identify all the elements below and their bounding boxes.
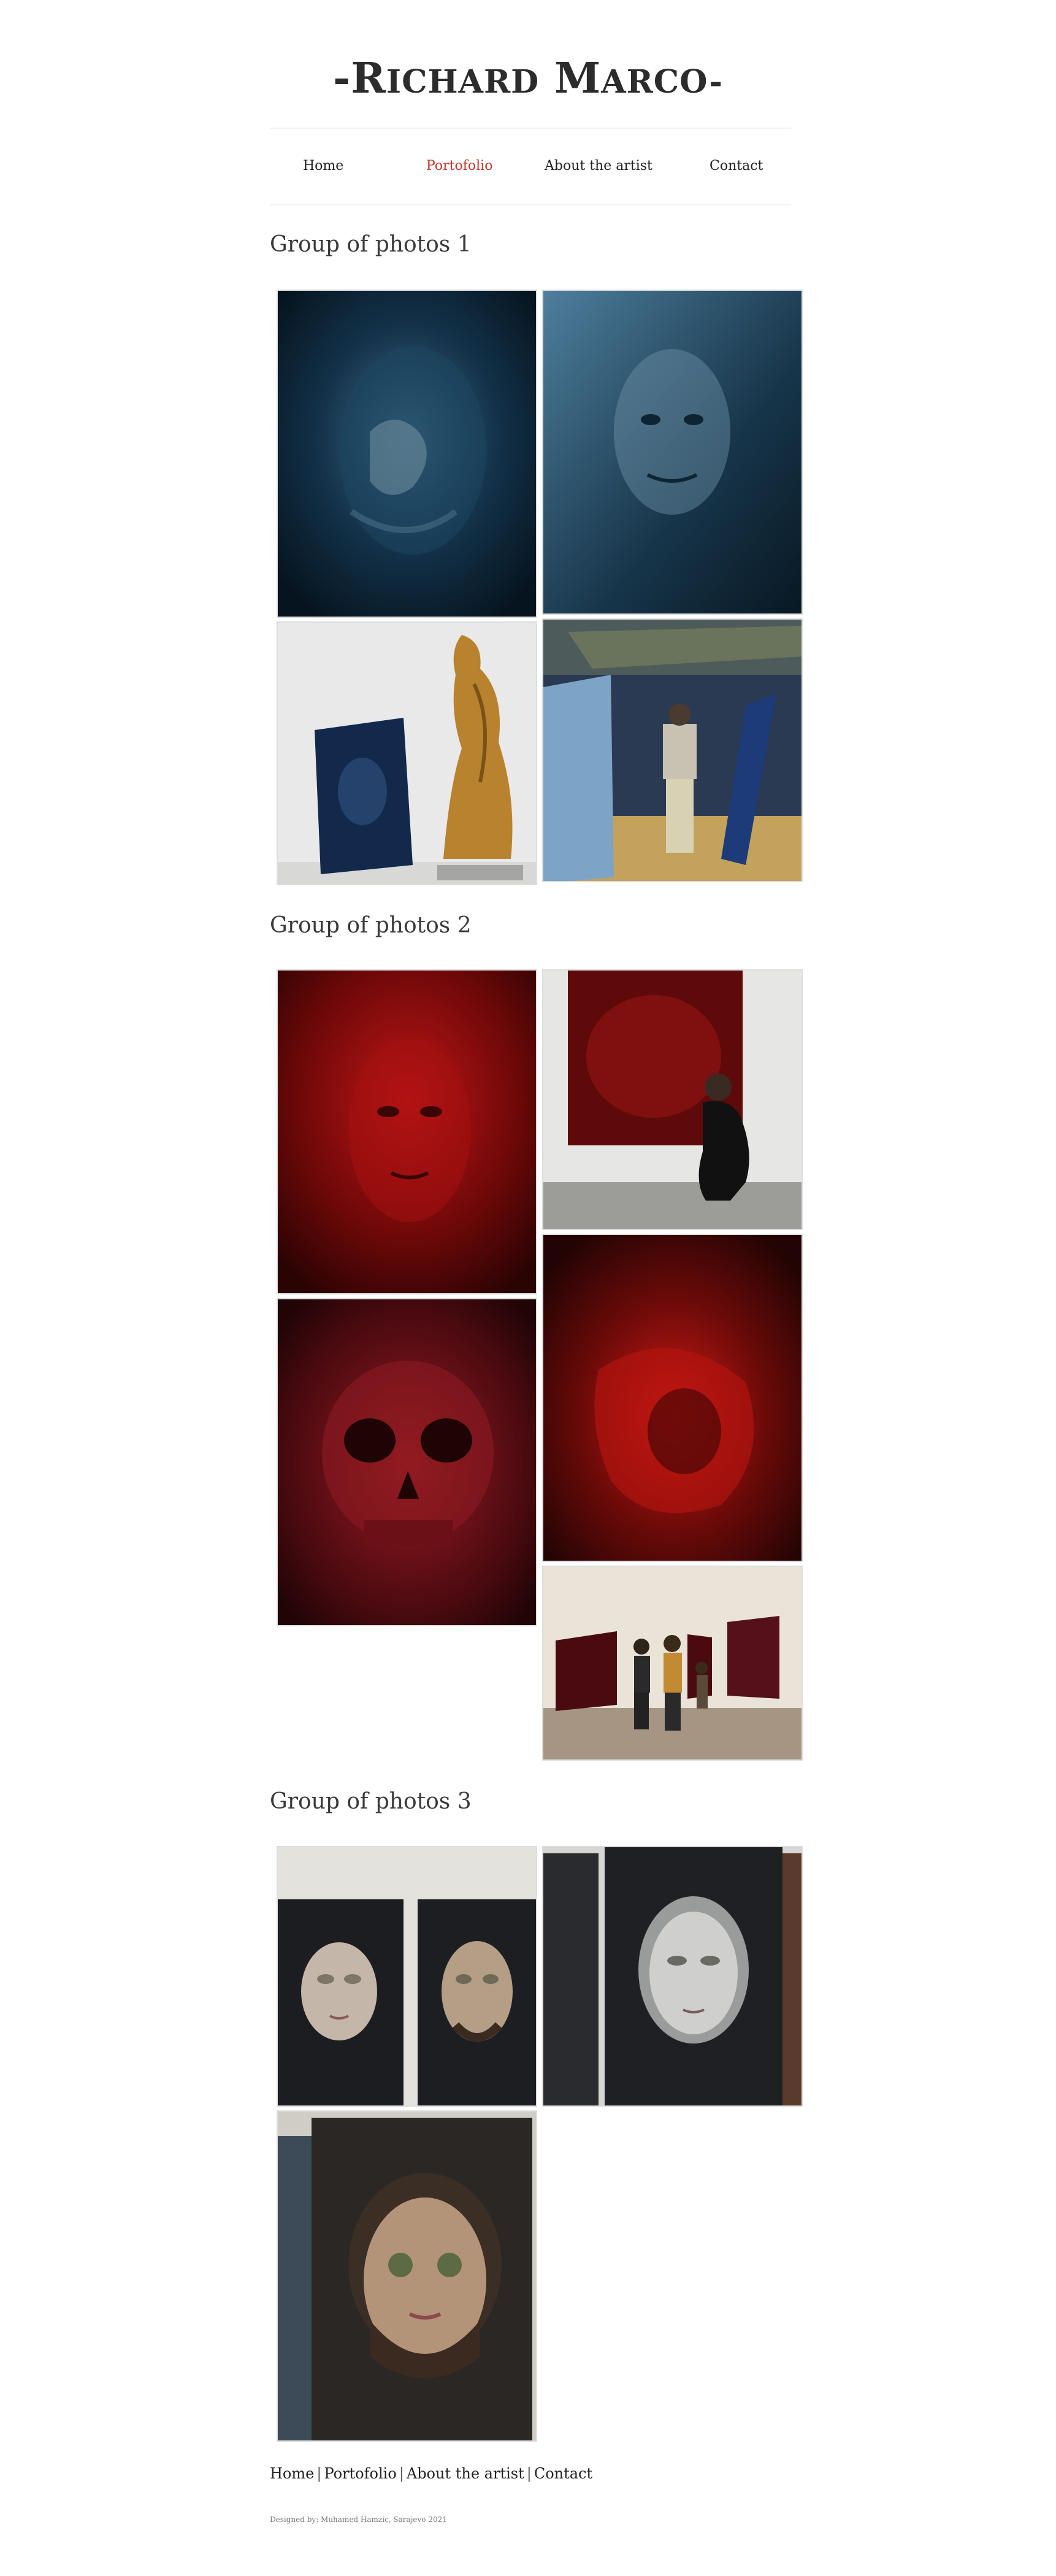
nav-item-contact[interactable]: Contact [710,129,763,204]
photo-installation-blue[interactable] [542,618,803,882]
photo-blue-abstract-face[interactable] [277,290,537,618]
photo-image [278,623,536,884]
footer-link-home[interactable]: Home [270,2465,314,2482]
photo-blue-portrait[interactable] [542,290,803,615]
photo-red-portrait[interactable] [277,969,537,1294]
site-title-part: ARCO- [601,63,723,101]
group-title: Group of photos 3 [270,1789,472,1814]
photo-woman-portrait[interactable] [542,1846,803,2107]
footer-nav: Home | Portofolio | About the artist | Contact [270,2465,592,2482]
photo-red-abstract[interactable] [542,1234,803,1562]
photo-image [543,1235,802,1561]
nav-item-about-the-artist[interactable]: About the artist [545,129,652,204]
photo-image [278,2112,536,2440]
photo-image [543,1847,802,2105]
footer-link-contact[interactable]: Contact [534,2465,592,2482]
site-title-part: -R [333,54,386,103]
footer-credit: Designed by: Muhamed Hamzic, Sarajevo 20… [270,2515,447,2524]
photo-image [543,291,802,613]
photo-image [278,971,536,1293]
footer-separator: | [316,2465,322,2482]
nav-item-home[interactable]: Home [303,129,343,204]
photo-artist-crouching[interactable] [542,969,803,1230]
group-title: Group of photos 1 [270,232,472,257]
site-title: -RICHARD MARCO- [0,48,1056,113]
photo-two-portraits[interactable] [277,1846,537,2107]
photo-bearded-man-portrait[interactable] [277,2110,537,2442]
site-title-part: ICHARD [386,63,540,101]
photo-red-skull[interactable] [277,1298,537,1626]
photo-gallery-visitors[interactable] [542,1566,803,1761]
main-nav: Home Portofolio About the artist Contact [270,129,791,204]
nav-bottom-divider [270,204,791,206]
footer-link-about-the-artist[interactable]: About the artist [407,2465,524,2482]
nav-item-portofolio[interactable]: Portofolio [426,129,492,204]
footer-link-portofolio[interactable]: Portofolio [324,2465,396,2482]
photo-image [543,1567,802,1759]
footer-separator: | [399,2465,404,2482]
photo-image [278,1299,536,1625]
photo-image [543,620,802,881]
site-title-part: M [554,54,602,103]
photo-image [543,971,802,1229]
group-title: Group of photos 2 [270,913,472,938]
photo-image [278,1847,536,2105]
footer-separator: | [526,2465,532,2482]
photo-image [278,291,536,617]
photo-golden-statue[interactable] [277,621,537,885]
